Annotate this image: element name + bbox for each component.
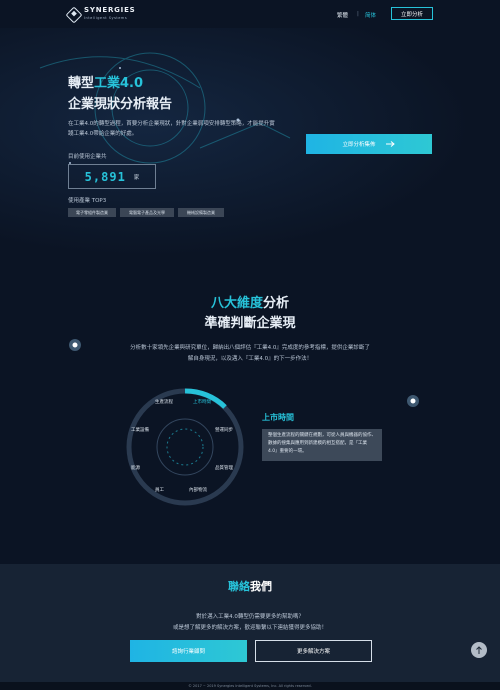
hero-title-prefix: 轉型 (68, 76, 95, 91)
industry-tag: 電腦電子產品及光學 (120, 208, 174, 217)
logo[interactable]: SYNERGIES Intelligent Systems (65, 6, 136, 23)
contact-description: 對於邁入工業4.0轉型仍需要更多的幫助嗎？ 或是想了解更多的解決方案，歡迎聯繫以… (130, 612, 370, 634)
wheel-label[interactable]: 生產流程 (155, 398, 173, 405)
wheel-label[interactable]: 員工 (155, 487, 164, 493)
wheel-label[interactable]: 上市時間 (193, 398, 211, 405)
sparkle-icon (407, 395, 419, 407)
contact-desc-line1: 對於邁入工業4.0轉型仍需要更多的幫助嗎？ (196, 614, 304, 620)
wheel-label[interactable]: 能源 (131, 464, 140, 471)
contact-title-rest: 我們 (250, 580, 272, 593)
site-header: SYNERGIES Intelligent Systems 繁體 | 简体 立即… (0, 0, 500, 28)
contact-desc-line2: 或是想了解更多的解決方案，歡迎聯繫以下連結獲得更多協助！ (172, 625, 327, 631)
dimension-detail-title: 上市時間 (262, 413, 294, 422)
footer-copyright: © 2017 ~ 2019 Synergies Intelligent Syst… (0, 682, 500, 690)
dimensions-title-rest: 分析 (263, 296, 290, 311)
logo-sub: Intelligent Systems (84, 16, 128, 20)
wheel-label[interactable]: 品質管理 (215, 464, 233, 471)
wheel-label[interactable]: 營運同步 (215, 426, 233, 433)
dimension-wheel: 上市時間 營運同步 品質管理 內部物流 員工 能源 工業設備 生產流程 (126, 388, 244, 506)
industry-tag: 機械設備製造業 (178, 208, 224, 217)
header-analyze-button[interactable]: 立即分析 (391, 7, 433, 20)
wheel-inner-ring (156, 418, 214, 476)
back-to-top-button[interactable] (471, 642, 487, 658)
hero-title-accent: 工業4.0 (94, 76, 144, 91)
hero-analyze-button[interactable]: 立即分析集佈 (306, 134, 432, 154)
wheel-label[interactable]: 內部物流 (189, 486, 207, 493)
sparkle-icon (69, 339, 81, 351)
stat-label: 目前使用企業共 (68, 154, 107, 160)
hero-title: 轉型工業4.0 (68, 72, 143, 91)
lang-sc-link[interactable]: 简体 (365, 11, 376, 19)
wheel-label[interactable]: 工業設備 (131, 426, 149, 433)
industry-tag: 電子零組件製造業 (68, 208, 116, 217)
logo-name: SYNERGIES (84, 6, 136, 14)
dimensions-title: 八大維度分析 (0, 292, 500, 311)
top3-label: 使用產業 TOP3 (68, 198, 107, 204)
contact-title-accent: 聯絡 (228, 580, 250, 593)
contact-title: 聯絡我們 (0, 578, 500, 594)
lang-tc-link[interactable]: 繁體 (337, 11, 348, 19)
hero-title-line2: 企業現狀分析報告 (68, 97, 173, 112)
lang-separator: | (357, 11, 359, 17)
stat-counter: 5,891 家 (68, 164, 156, 189)
dimension-detail-description: 整個生產流程的關鍵在規劃，可從人員與機器的協作、數據的搜集與應用到新建模的相互搭… (262, 429, 382, 461)
hero-description: 在工業4.0的轉型過程，首要分析企業現狀，針對企業弱項安排轉型策略，才能提升實踐… (68, 121, 275, 137)
stat-value: 5,891 (84, 169, 126, 184)
dimensions-subtitle: 準確判斷企業現 (204, 316, 296, 331)
wheel-core-ring (166, 428, 204, 466)
more-solutions-button[interactable]: 更多解決方案 (255, 640, 372, 662)
hero-analyze-label: 立即分析集佈 (342, 142, 376, 148)
arrow-right-icon (385, 141, 395, 147)
logo-mark-icon (65, 6, 83, 23)
consult-advisor-button[interactable]: 諮詢行業顧問 (130, 640, 247, 662)
stat-unit: 家 (133, 174, 140, 181)
arrow-up-icon (476, 646, 482, 654)
dimensions-title-accent: 八大維度 (210, 296, 263, 311)
dimensions-description: 分析數十家領先企業與研究單位，歸納出八個評估『工業4.0』完成度的參考指標，提供… (130, 345, 370, 362)
